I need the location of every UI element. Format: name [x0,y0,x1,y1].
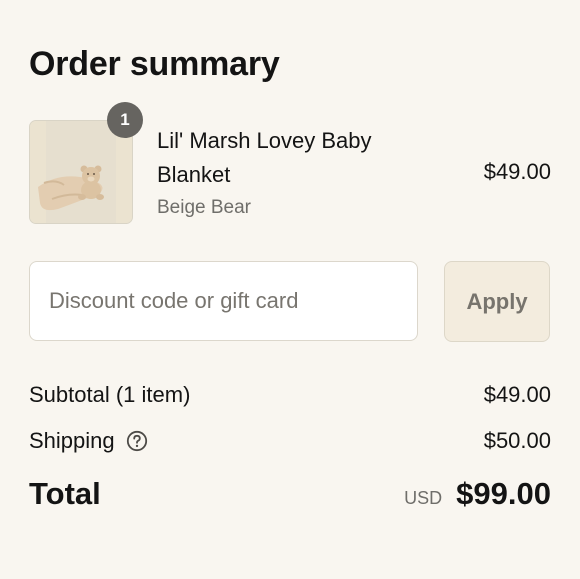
shipping-label: Shipping [29,428,115,453]
product-name: Lil' Marsh Lovey Baby Blanket [157,128,372,187]
discount-code-input[interactable] [29,261,418,341]
total-row: Total USD $99.00 [29,474,551,514]
product-variant: Beige Bear [157,197,252,218]
total-label: Total [29,476,101,511]
total-value: $99.00 [456,476,551,511]
shipping-row: Shipping $50.00 [29,427,551,455]
subtotal-value: $49.00 [483,382,551,407]
apply-discount-button[interactable]: Apply [444,261,550,342]
product-thumbnail-wrap: 1 [29,102,143,224]
subtotal-row: Subtotal (1 item) $49.00 [29,381,551,409]
line-item: 1 Lil' Marsh Lovey Baby Blanket Beige Be… [29,102,551,226]
question-circle-icon[interactable] [126,430,148,452]
product-price: $49.00 [483,159,551,184]
quantity-badge: 1 [107,102,143,138]
order-summary-title: Order summary [29,45,280,83]
currency-code: USD [404,488,443,508]
shipping-value: $50.00 [483,428,551,453]
subtotal-label: Subtotal (1 item) [29,382,191,407]
total-amount-group: USD $99.00 [404,474,551,514]
